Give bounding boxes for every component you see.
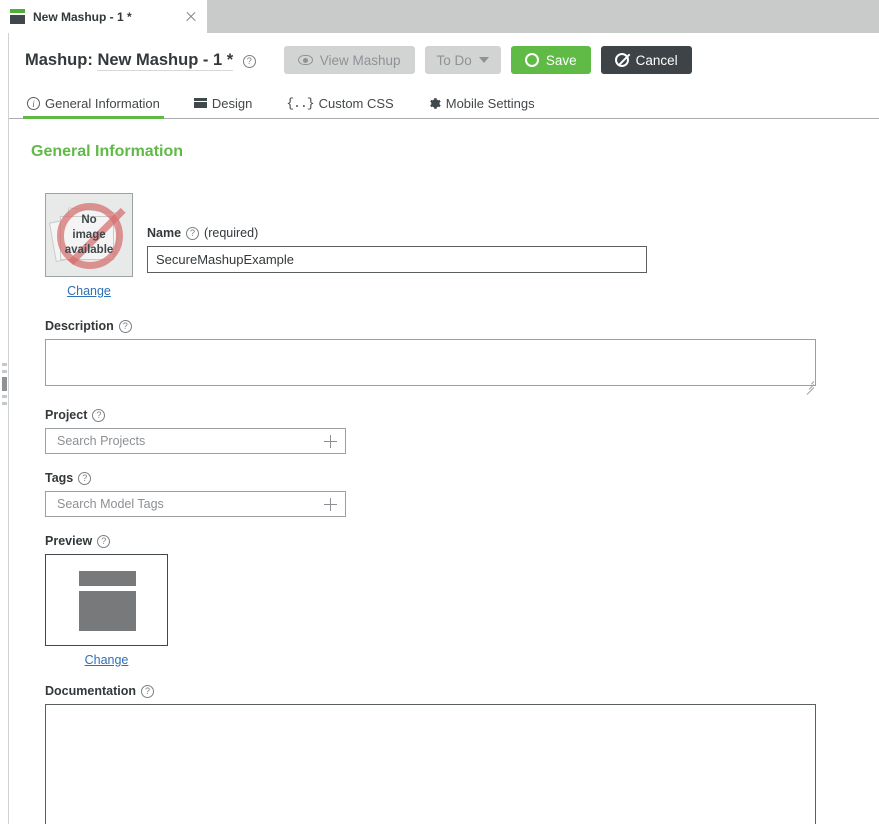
- name-label: Name ? (required): [147, 226, 647, 240]
- info-circle-icon: i: [27, 97, 40, 110]
- project-field-block: Project ?: [9, 391, 879, 454]
- mashup-name-title[interactable]: New Mashup - 1 *: [97, 50, 234, 71]
- tab-custom-css-label: Custom CSS: [318, 96, 394, 111]
- project-label-text: Project: [45, 408, 88, 422]
- page-title: Mashup: New Mashup - 1 * ?: [25, 50, 256, 71]
- preview-label: Preview ?: [45, 534, 879, 548]
- help-icon[interactable]: ?: [78, 471, 92, 485]
- project-label: Project ?: [45, 408, 879, 422]
- section-heading: General Information: [31, 143, 184, 160]
- project-search-input[interactable]: [55, 433, 324, 449]
- documentation-label: Documentation ?: [45, 684, 879, 698]
- description-textarea[interactable]: [45, 339, 816, 386]
- project-search-box[interactable]: [45, 428, 346, 454]
- help-icon[interactable]: ?: [97, 534, 111, 548]
- preview-thumbnail[interactable]: [45, 554, 168, 646]
- splitter-grip-handle[interactable]: [2, 363, 7, 433]
- description-label: Description ?: [45, 319, 879, 333]
- general-information-form: General Information No image available C…: [9, 119, 879, 824]
- tab-mobile-settings[interactable]: Mobile Settings: [428, 96, 535, 118]
- help-icon[interactable]: ?: [186, 226, 200, 240]
- documentation-label-text: Documentation: [45, 684, 136, 698]
- plus-icon[interactable]: [324, 434, 337, 448]
- ban-icon: [614, 53, 629, 67]
- tab-general-information[interactable]: i General Information: [23, 96, 164, 119]
- mashup-icon: [10, 9, 25, 24]
- preview-header-bar-icon: [79, 571, 136, 586]
- description-field-block: Description ?: [9, 298, 879, 395]
- tags-label: Tags ?: [45, 471, 879, 485]
- cancel-label: Cancel: [635, 52, 678, 68]
- no-image-available-thumbnail[interactable]: No image available: [45, 193, 133, 277]
- save-label: Save: [545, 52, 577, 68]
- help-icon[interactable]: ?: [140, 684, 154, 698]
- documentation-textarea[interactable]: [45, 704, 816, 824]
- name-field-block: Name ? (required): [147, 193, 647, 273]
- eye-icon: [297, 55, 313, 65]
- help-icon[interactable]: ?: [242, 54, 256, 68]
- design-layout-icon: [193, 97, 207, 110]
- no-image-line-3: available: [64, 243, 114, 256]
- no-image-available-text: No image available: [46, 194, 132, 276]
- circle-icon: [524, 53, 539, 67]
- preview-content-block-icon: [79, 591, 136, 631]
- browser-tab[interactable]: New Mashup - 1 *: [0, 0, 207, 33]
- tab-mobile-settings-label: Mobile Settings: [445, 96, 535, 111]
- browser-tab-title: New Mashup - 1 *: [33, 9, 132, 24]
- help-icon[interactable]: ?: [92, 408, 106, 422]
- nav-tabs: i General Information Design {..} Custom…: [9, 87, 879, 119]
- page-header: Mashup: New Mashup - 1 * ? View Mashup T…: [9, 33, 879, 87]
- page-body: Mashup: New Mashup - 1 * ? View Mashup T…: [0, 33, 879, 824]
- main-content: Mashup: New Mashup - 1 * ? View Mashup T…: [9, 33, 879, 824]
- tags-search-input[interactable]: [55, 496, 324, 512]
- tab-general-information-label: General Information: [45, 96, 160, 111]
- no-image-line-1: No: [81, 213, 97, 226]
- help-icon[interactable]: ?: [118, 319, 132, 333]
- save-button[interactable]: Save: [510, 46, 591, 74]
- description-label-text: Description: [45, 319, 114, 333]
- thumbnail-change-link[interactable]: Change: [45, 284, 133, 298]
- documentation-field-block: Documentation ?: [9, 667, 879, 824]
- view-mashup-label: View Mashup: [319, 52, 401, 68]
- tab-design-label: Design: [211, 96, 253, 111]
- thumbnail-block: No image available Change: [45, 193, 133, 298]
- panel-splitter[interactable]: [0, 33, 9, 824]
- to-do-dropdown-button[interactable]: To Do: [424, 46, 501, 74]
- thumbnail-and-name-row: No image available Change Name ? (requir…: [9, 161, 879, 298]
- tags-search-box[interactable]: [45, 491, 346, 517]
- close-icon[interactable]: [183, 9, 199, 25]
- preview-label-text: Preview: [45, 534, 93, 548]
- view-mashup-button[interactable]: View Mashup: [283, 46, 415, 74]
- tags-label-text: Tags: [45, 471, 74, 485]
- chevron-down-icon: [478, 57, 489, 63]
- to-do-label: To Do: [436, 52, 472, 68]
- name-label-text: Name: [147, 226, 182, 240]
- tab-design[interactable]: Design: [193, 96, 253, 118]
- gear-icon: [428, 97, 441, 110]
- curly-braces-icon: {..}: [286, 96, 314, 111]
- plus-icon[interactable]: [324, 497, 337, 511]
- preview-change-link[interactable]: Change: [45, 653, 168, 667]
- tab-custom-css[interactable]: {..} Custom CSS: [286, 96, 393, 118]
- tags-field-block: Tags ?: [9, 454, 879, 517]
- cancel-button[interactable]: Cancel: [600, 46, 692, 74]
- name-required-text: (required): [204, 226, 259, 240]
- page-title-prefix: Mashup:: [25, 50, 93, 69]
- browser-tab-strip: New Mashup - 1 *: [0, 0, 879, 33]
- name-input[interactable]: [147, 246, 647, 273]
- no-image-line-2: image: [72, 228, 106, 241]
- preview-field-block: Preview ? Change: [9, 517, 879, 667]
